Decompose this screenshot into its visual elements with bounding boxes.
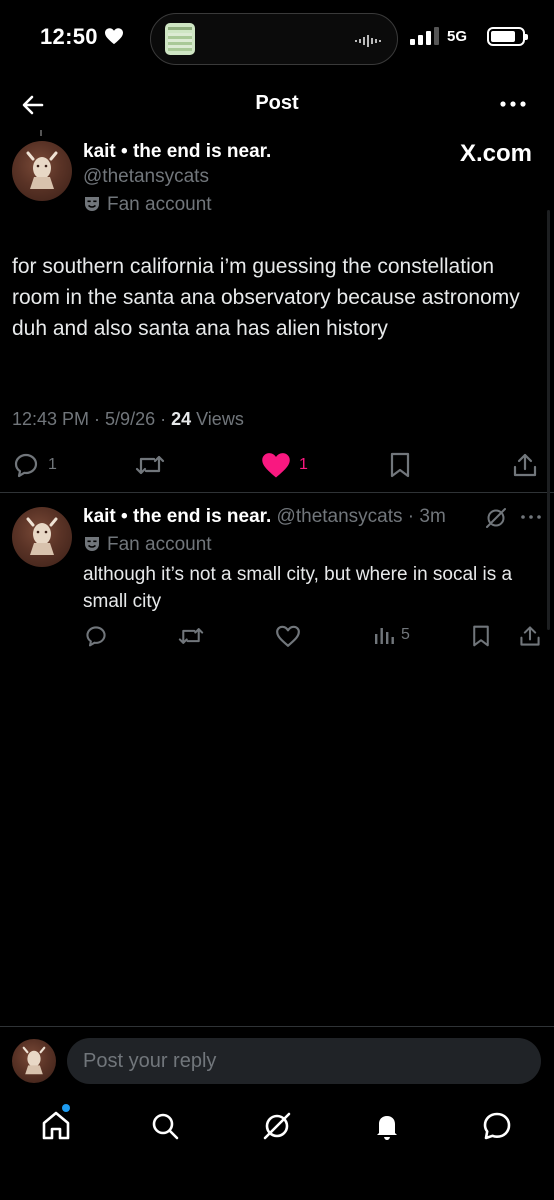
reply-fan-label: Fan account (107, 534, 212, 555)
reply-composer (0, 1036, 554, 1086)
network-type: 5G (447, 28, 468, 45)
heart-status-icon (105, 28, 123, 45)
reply-count: 1 (48, 456, 57, 473)
share-icon (520, 626, 540, 646)
repost-button[interactable] (134, 451, 166, 479)
audio-waveform-icon (355, 35, 381, 47)
fan-account-label: Fan account (107, 194, 212, 215)
status-time: 12:50 (40, 24, 98, 49)
reply-button[interactable]: 1 (12, 451, 57, 479)
like-count: 1 (299, 456, 308, 473)
display-name[interactable]: kait • the end is near. (83, 141, 271, 163)
reply-input[interactable] (67, 1038, 541, 1084)
reply-repost-button[interactable] (177, 624, 205, 648)
reply-post[interactable]: kait • the end is near. @thetansycats · … (0, 500, 554, 660)
grok-icon[interactable] (259, 1108, 295, 1144)
reply-views-button[interactable]: 5 (373, 624, 410, 646)
bookmark-icon (473, 625, 489, 647)
scrollbar[interactable] (547, 210, 550, 630)
reply-handle-time[interactable]: @thetansycats · 3m (271, 506, 446, 527)
divider (0, 492, 554, 493)
page-title: Post (255, 92, 299, 114)
fan-account-badge: Fan account (83, 194, 212, 216)
reply-action-bar: 5 (0, 622, 554, 652)
like-button[interactable]: 1 (261, 451, 308, 479)
post-text: for southern california i’m guessing the… (12, 255, 520, 340)
views-count: 24 (171, 409, 192, 429)
status-bar: 12:50 5G (0, 0, 554, 70)
repost-icon (178, 628, 204, 644)
more-options-icon[interactable] (498, 94, 528, 114)
repost-icon (135, 455, 165, 475)
main-post: kait • the end is near. @thetansycats Fa… (0, 130, 554, 492)
reply-icon (86, 626, 106, 647)
reply-display-name[interactable]: kait • the end is near. (83, 506, 271, 527)
heart-filled-icon (262, 453, 290, 478)
analytics-icon (375, 628, 394, 644)
theater-mask-icon (85, 537, 99, 551)
grok-icon[interactable] (484, 506, 508, 530)
notification-dot (62, 1104, 70, 1112)
share-button[interactable] (511, 451, 539, 479)
bottom-tab-bar (0, 1098, 554, 1158)
reply-avatar[interactable] (12, 507, 72, 567)
post-metadata: 12:43 PM · 5/9/26 · 24 Views (12, 409, 244, 430)
cellular-signal-icon (410, 27, 439, 45)
post-timestamp[interactable]: 12:43 PM · 5/9/26 · (12, 409, 171, 429)
reply-fan-badge: Fan account (83, 534, 212, 556)
composer-divider (0, 1026, 554, 1027)
search-icon[interactable] (147, 1108, 183, 1144)
bookmark-icon (390, 452, 410, 478)
reply-share-button[interactable] (518, 624, 542, 648)
bell-icon[interactable] (369, 1108, 405, 1144)
home-icon[interactable] (38, 1108, 74, 1144)
reply-icon (14, 453, 38, 478)
reply-like-button[interactable] (275, 624, 301, 648)
bookmark-button[interactable] (387, 451, 413, 479)
chat-icon[interactable] (479, 1108, 515, 1144)
post-action-bar: 1 1 (0, 448, 554, 484)
nav-header: Post (0, 80, 554, 130)
thread-line (40, 130, 42, 136)
composer-avatar[interactable] (12, 1039, 56, 1083)
reply-reply-button[interactable] (84, 624, 108, 648)
reply-views-count: 5 (401, 626, 410, 643)
share-icon (513, 453, 537, 477)
reply-text: although it’s not a small city, but wher… (83, 564, 513, 612)
x-com-link[interactable]: X.com (460, 140, 532, 168)
live-activity-thumbnail (165, 23, 195, 55)
heart-outline-icon (276, 625, 300, 647)
views-label: Views (191, 409, 244, 429)
battery-icon (487, 27, 528, 46)
user-handle[interactable]: @thetansycats (83, 166, 209, 188)
avatar[interactable] (12, 141, 72, 201)
reply-header: kait • the end is near. @thetansycats · … (83, 506, 446, 528)
dynamic-island[interactable] (150, 13, 398, 65)
theater-mask-icon (85, 197, 99, 211)
reply-more-icon[interactable] (520, 508, 542, 526)
reply-bookmark-button[interactable] (470, 624, 492, 648)
